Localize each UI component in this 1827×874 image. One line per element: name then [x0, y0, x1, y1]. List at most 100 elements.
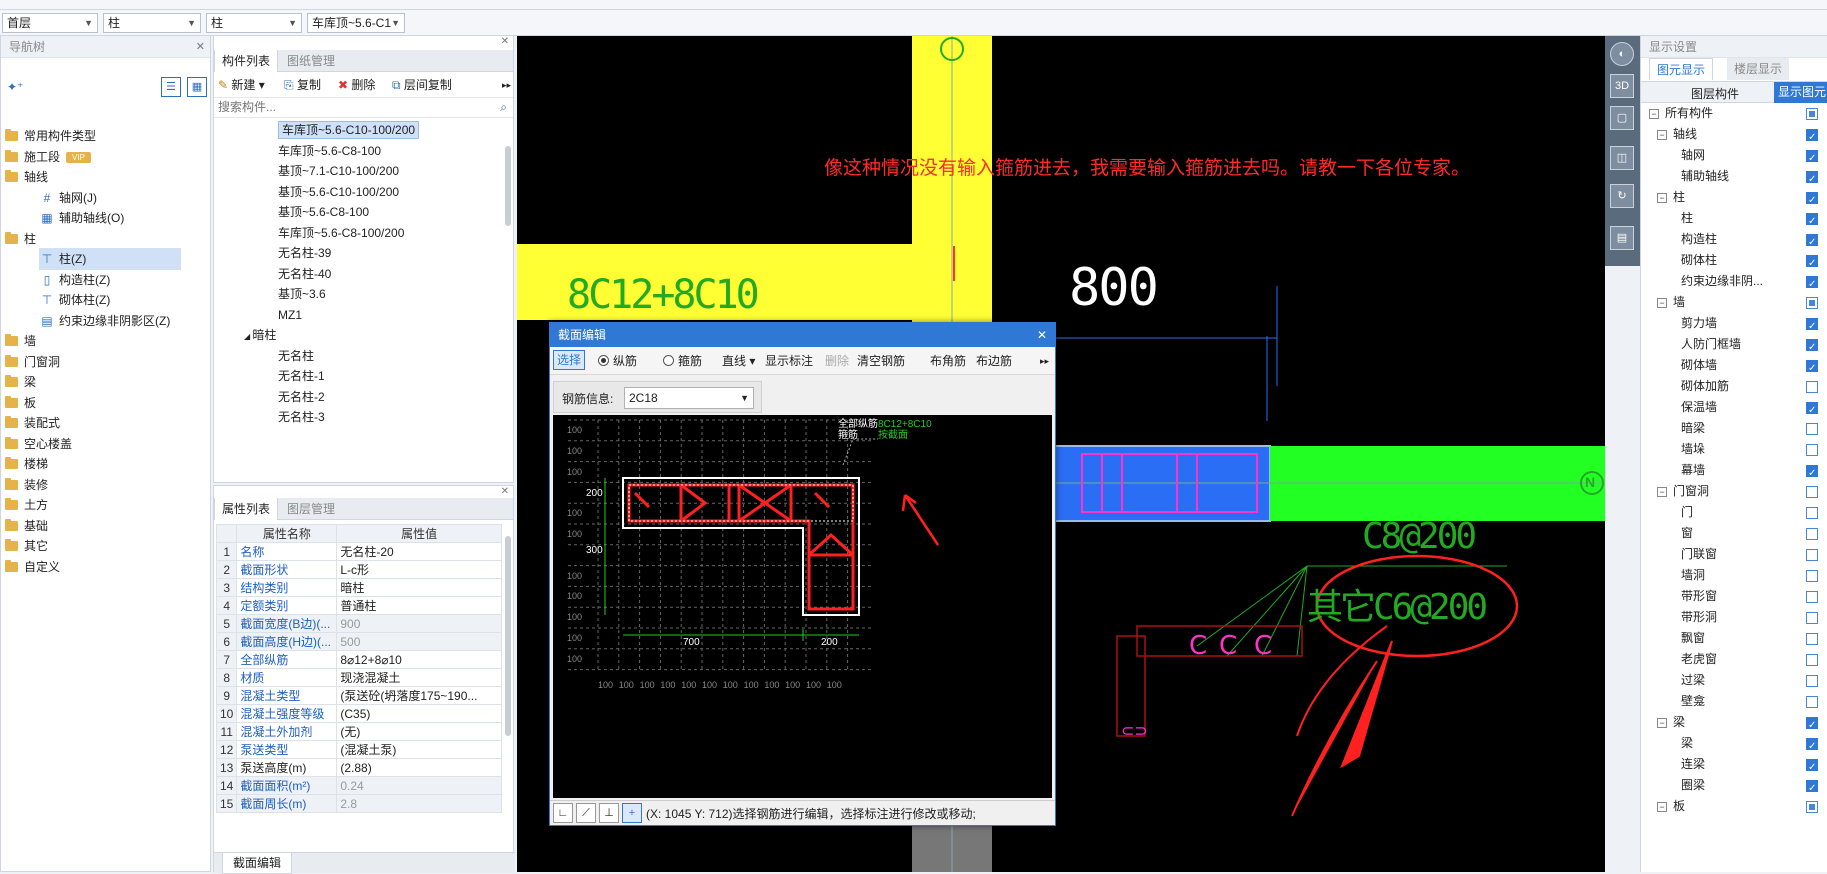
tab-floor-display[interactable]: 楼层显示: [1727, 58, 1790, 80]
sparkle-icon[interactable]: ✦⁺: [7, 80, 23, 94]
layer-checkbox[interactable]: [1806, 127, 1818, 148]
tab-section-edit[interactable]: 截面编辑: [222, 853, 293, 874]
clear-rebar-button[interactable]: 清空钢筋: [857, 350, 905, 372]
collapse-icon[interactable]: −: [1649, 109, 1659, 119]
close-icon[interactable]: ✕: [214, 36, 513, 50]
collapse-icon[interactable]: −: [1657, 802, 1667, 812]
list-item[interactable]: 基顶~3.6: [278, 284, 326, 304]
list-item[interactable]: 无名柱-3: [278, 407, 325, 427]
layer-row[interactable]: 砌体柱: [1641, 250, 1827, 274]
polar-icon[interactable]: ⟋: [576, 803, 596, 823]
layer-row[interactable]: 柱: [1641, 208, 1827, 232]
layer-checkbox[interactable]: [1806, 148, 1818, 169]
list-view-icon[interactable]: ☰: [161, 77, 181, 97]
list-group[interactable]: ◢ 暗柱: [244, 325, 276, 345]
grid-view-icon[interactable]: ▦: [187, 77, 207, 97]
nav-item[interactable]: 装修: [5, 474, 48, 496]
nav-item[interactable]: ▤ 约束边缘非阴影区(Z): [39, 310, 170, 332]
component-select[interactable]: 车库顶~5.6-C1 ▼: [307, 13, 405, 33]
layer-row[interactable]: 梁: [1641, 733, 1827, 757]
layer-checkbox[interactable]: [1806, 274, 1818, 295]
layer-checkbox[interactable]: [1806, 591, 1818, 603]
table-row[interactable]: 8 材质 现浇混凝土: [215, 668, 502, 687]
perpendicular-icon[interactable]: ⊥: [599, 803, 619, 823]
list-item[interactable]: 无名柱-40: [278, 264, 331, 284]
copy-button[interactable]: ⎘ 复制: [284, 74, 321, 96]
section-canvas[interactable]: 全部纵筋 箍筋 8C12+8C10 按截面 200 300 700 200 100 1…: [553, 415, 1052, 798]
nav-item[interactable]: ⊤ 柱(Z): [39, 248, 181, 270]
layer-checkbox[interactable]: [1806, 801, 1818, 813]
layer-checkbox[interactable]: [1806, 381, 1818, 393]
collapse-icon[interactable]: −: [1657, 130, 1667, 140]
table-row[interactable]: 4 定额类别 普通柱: [215, 596, 502, 615]
radio-stirrup[interactable]: 箍筋: [663, 350, 702, 372]
close-icon[interactable]: ✕: [196, 36, 205, 58]
scrollbar[interactable]: [505, 536, 511, 736]
rotate-icon[interactable]: ↻: [1610, 184, 1634, 208]
layer-checkbox[interactable]: [1806, 297, 1818, 309]
property-value[interactable]: 现浇混凝土: [336, 668, 502, 687]
layer-checkbox[interactable]: [1806, 169, 1818, 190]
list-item[interactable]: 无名柱-39: [278, 243, 331, 263]
layer-row[interactable]: − 板: [1641, 796, 1827, 817]
tab-properties[interactable]: 属性列表: [214, 498, 279, 520]
property-value[interactable]: (混凝土泵): [336, 740, 502, 759]
list-item[interactable]: MZ1: [278, 305, 302, 325]
corner-rebar-button[interactable]: 布角筋: [930, 350, 966, 372]
layer-row[interactable]: 门联窗: [1641, 544, 1827, 565]
layer-checkbox[interactable]: [1806, 463, 1818, 484]
floor-copy-button[interactable]: ⧉ 层间复制: [392, 74, 452, 96]
more-icon[interactable]: ▸▸: [1040, 350, 1049, 372]
orbit-icon[interactable]: ◐: [1610, 42, 1634, 66]
layer-row[interactable]: 连梁: [1641, 754, 1827, 778]
delete-button[interactable]: 删除: [825, 350, 849, 372]
layer-checkbox[interactable]: [1806, 715, 1818, 736]
layer-checkbox[interactable]: [1806, 736, 1818, 757]
property-value[interactable]: 0.24: [336, 776, 502, 795]
table-row[interactable]: 7 全部纵筋 8⌀12+8⌀10: [215, 650, 502, 669]
layer-row[interactable]: 轴网: [1641, 145, 1827, 169]
tab-drawing-manage[interactable]: 图纸管理: [280, 50, 342, 72]
layer-row[interactable]: 暗梁: [1641, 418, 1827, 439]
layer-row[interactable]: 构造柱: [1641, 229, 1827, 253]
property-value[interactable]: (无): [336, 722, 502, 741]
layer-row[interactable]: − 柱: [1641, 187, 1827, 211]
scrollbar[interactable]: [505, 146, 511, 226]
nav-item[interactable]: 基础: [5, 515, 48, 537]
layer-row[interactable]: 带形窗: [1641, 586, 1827, 607]
nav-item[interactable]: 门窗洞: [5, 351, 60, 373]
list-item[interactable]: 车库顶~5.6-C10-100/200: [278, 120, 420, 140]
layer-checkbox[interactable]: [1806, 570, 1818, 582]
more-icon[interactable]: ▸▸: [502, 74, 511, 96]
nav-item[interactable]: 轴线: [5, 166, 48, 188]
property-value[interactable]: (泵送砼(坍落度175~190...: [336, 686, 502, 705]
view-3d-icon[interactable]: 3D: [1610, 74, 1634, 98]
collapse-icon[interactable]: −: [1657, 298, 1667, 308]
nav-item[interactable]: 装配式: [5, 412, 60, 434]
layer-row[interactable]: 圈梁: [1641, 775, 1827, 799]
rebar-info-select[interactable]: 2C18 ▼: [624, 387, 754, 409]
layer-checkbox[interactable]: [1806, 757, 1818, 778]
nav-item[interactable]: 柱: [5, 228, 36, 250]
property-value[interactable]: 普通柱: [336, 596, 502, 615]
layer-row[interactable]: − 轴线: [1641, 124, 1827, 148]
show-mark-button[interactable]: 显示标注: [765, 350, 813, 372]
nav-item[interactable]: 土方: [5, 494, 48, 516]
collapse-icon[interactable]: −: [1657, 193, 1667, 203]
list-item[interactable]: 基顶~5.6-C8-100: [278, 202, 369, 222]
list-item[interactable]: 无名柱: [278, 346, 314, 366]
table-row[interactable]: 14 截面面积(m²) 0.24: [215, 776, 502, 795]
table-row[interactable]: 5 截面宽度(B边)(... 900: [215, 614, 502, 633]
type-select[interactable]: 柱 ▼: [103, 13, 201, 33]
layer-checkbox[interactable]: [1806, 337, 1818, 358]
layer-checkbox[interactable]: [1806, 633, 1818, 645]
layer-row[interactable]: 过梁: [1641, 670, 1827, 691]
nav-item[interactable]: 梁: [5, 371, 36, 393]
table-row[interactable]: 3 结构类别 暗柱: [215, 578, 502, 597]
layer-row[interactable]: 砌体加筋: [1641, 376, 1827, 397]
snap-icon[interactable]: +: [622, 803, 642, 823]
line-dropdown[interactable]: 直线 ▾: [722, 350, 755, 372]
nav-item[interactable]: 常用构件类型: [5, 125, 96, 147]
list-item[interactable]: 基顶~7.1-C10-100/200: [278, 161, 399, 181]
property-value[interactable]: (C35): [336, 704, 502, 723]
